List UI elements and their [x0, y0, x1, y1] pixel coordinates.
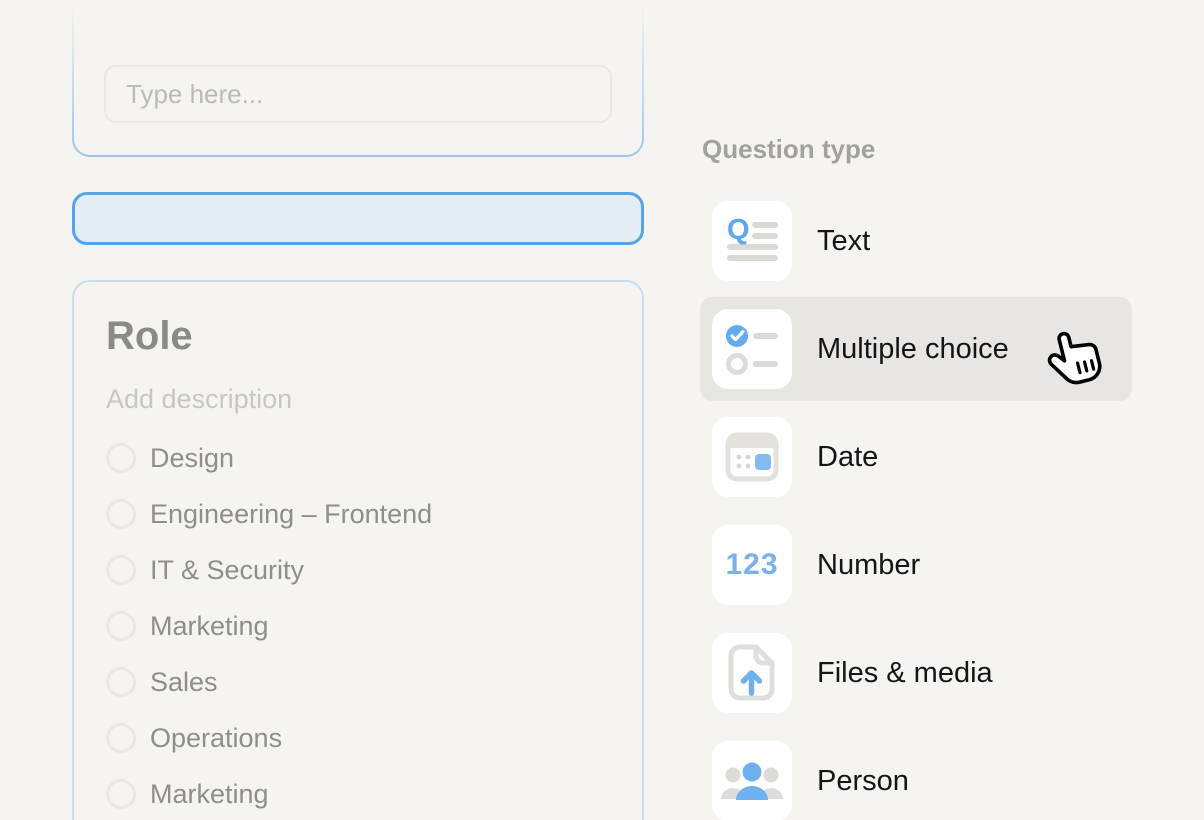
option-label: Marketing — [150, 611, 269, 642]
question-type-label: Text — [817, 225, 870, 258]
question-type-label: Files & media — [817, 657, 993, 690]
question-type-item-multiple-choice[interactable]: Multiple choice — [700, 297, 1132, 401]
radio-icon[interactable] — [106, 555, 136, 585]
option-row[interactable]: Sales — [106, 654, 610, 710]
question-type-label: Date — [817, 441, 878, 474]
question-type-label: Number — [817, 549, 920, 582]
text-question-card[interactable] — [72, 0, 644, 157]
radio-icon[interactable] — [106, 779, 136, 809]
question-type-item-date[interactable]: Date — [700, 405, 1132, 509]
role-question-card[interactable]: Role Add description Design Engineering … — [72, 280, 644, 820]
question-description-placeholder[interactable]: Add description — [106, 382, 610, 416]
number-123-icon: 123 — [712, 525, 792, 605]
question-type-heading: Question type — [702, 134, 1140, 165]
text-question-icon: Q — [712, 201, 792, 281]
option-label: IT & Security — [150, 555, 304, 586]
selected-empty-block[interactable] — [72, 192, 644, 245]
option-label: Operations — [150, 723, 282, 754]
q-letter: Q — [727, 214, 750, 247]
option-row[interactable]: Operations — [106, 710, 610, 766]
question-type-label: Multiple choice — [817, 333, 1009, 366]
form-builder-page: { "page": { "background": "#f5f4f1" }, "… — [0, 0, 1204, 820]
option-row[interactable]: Engineering – Frontend — [106, 486, 610, 542]
question-type-item-files-media[interactable]: Files & media — [700, 621, 1132, 725]
option-label: Engineering – Frontend — [150, 499, 432, 530]
option-label: Design — [150, 443, 234, 474]
option-row[interactable]: IT & Security — [106, 542, 610, 598]
option-label: Marketing — [150, 779, 269, 810]
question-type-label: Person — [817, 765, 909, 798]
question-title[interactable]: Role — [106, 312, 610, 360]
option-list: Design Engineering – Frontend IT & Secur… — [106, 430, 610, 820]
text-answer-input[interactable] — [104, 65, 612, 123]
option-row[interactable]: Marketing — [106, 598, 610, 654]
radio-icon[interactable] — [106, 667, 136, 697]
option-row[interactable]: Design — [106, 430, 610, 486]
radio-icon[interactable] — [106, 611, 136, 641]
number-digits: 123 — [725, 548, 778, 582]
question-type-panel: Question type Q Text — [700, 134, 1140, 820]
option-row[interactable]: Marketing — [106, 766, 610, 820]
radio-icon[interactable] — [106, 443, 136, 473]
radio-icon[interactable] — [106, 499, 136, 529]
radio-icon[interactable] — [106, 723, 136, 753]
calendar-date-icon — [712, 417, 792, 497]
multiple-choice-icon — [712, 309, 792, 389]
person-group-icon — [712, 741, 792, 820]
option-label: Sales — [150, 667, 218, 698]
question-type-item-number[interactable]: 123 Number — [700, 513, 1132, 617]
question-type-item-person[interactable]: Person — [700, 729, 1132, 820]
question-type-item-text[interactable]: Q Text — [700, 189, 1132, 293]
file-upload-icon — [712, 633, 792, 713]
question-type-list: Q Text — [700, 189, 1140, 820]
